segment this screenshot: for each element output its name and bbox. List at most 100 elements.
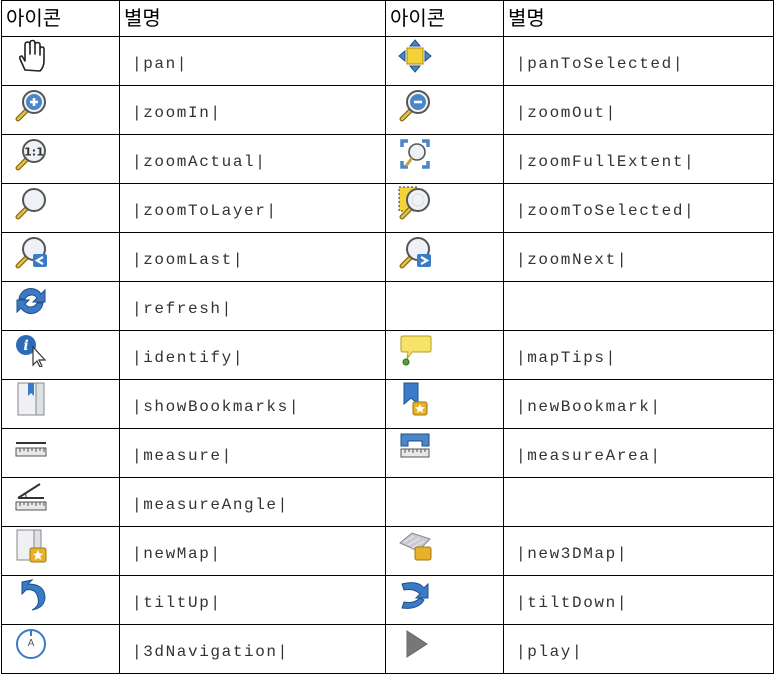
right-alias-cell: |zoomNext|: [503, 232, 774, 282]
right-alias-cell: |zoomOut|: [503, 85, 774, 135]
right-icon-cell: [385, 575, 504, 625]
alias-text: |zoomToLayer|: [132, 202, 278, 220]
left-icon-cell: [1, 232, 120, 282]
right-alias-cell: |zoomFullExtent|: [503, 134, 774, 184]
right-alias-cell: |zoomToSelected|: [503, 183, 774, 233]
left-icon-cell: i: [1, 330, 120, 380]
tilt-down-icon: [398, 578, 432, 612]
alias-text: |identify|: [132, 349, 245, 367]
left-alias-cell: |pan|: [119, 36, 386, 86]
alias-text: |play|: [516, 643, 584, 661]
right-icon-cell: [385, 232, 504, 282]
icon-alias-table: 아이콘 별명 아이콘 별명 |pan| |panToSelected| |zoo…: [1, 0, 774, 674]
left-alias-cell: |3dNavigation|: [119, 624, 386, 674]
left-alias-cell: |showBookmarks|: [119, 379, 386, 429]
left-alias-cell: |zoomIn|: [119, 85, 386, 135]
left-alias-cell: |refresh|: [119, 281, 386, 331]
left-icon-cell: [1, 428, 120, 478]
zoom-in-icon: [14, 88, 48, 122]
alias-text: |measure|: [132, 447, 233, 465]
right-icon-cell: [385, 526, 504, 576]
pan-to-selected-icon: [398, 39, 432, 73]
alias-text: |zoomLast|: [132, 251, 245, 269]
left-icon-cell: A: [1, 624, 120, 674]
alias-text: |new3DMap|: [516, 545, 629, 563]
left-icon-cell: [1, 379, 120, 429]
table-row: |zoomIn| |zoomOut|: [1, 85, 774, 135]
alias-text: |newBookmark|: [516, 398, 662, 416]
left-alias-cell: |newMap|: [119, 526, 386, 576]
alias-text: |pan|: [132, 55, 189, 73]
alias-text: |zoomFullExtent|: [516, 153, 696, 171]
measure-angle-icon: [14, 480, 48, 514]
right-alias-cell: |mapTips|: [503, 330, 774, 380]
alias-text: |refresh|: [132, 300, 233, 318]
table-row: A |3dNavigation| |play|: [1, 624, 774, 674]
3d-navigation-icon: A: [14, 627, 48, 661]
table-row: 1:1 |zoomActual| |zoomFullExtent|: [1, 134, 774, 184]
map-tips-icon: [398, 333, 432, 367]
right-icon-cell: [385, 624, 504, 674]
right-alias-cell: |play|: [503, 624, 774, 674]
zoom-last-icon: [14, 235, 48, 269]
alias-text: |zoomIn|: [132, 104, 222, 122]
alias-text: |showBookmarks|: [132, 398, 301, 416]
right-alias-cell: |panToSelected|: [503, 36, 774, 86]
pan-hand-icon: [14, 39, 48, 73]
zoom-actual-icon: 1:1: [14, 137, 48, 171]
header-icon-1: 아이콘: [1, 0, 120, 37]
right-icon-cell: [385, 134, 504, 184]
left-icon-cell: [1, 575, 120, 625]
left-icon-cell: [1, 183, 120, 233]
header-icon-2: 아이콘: [385, 0, 504, 37]
right-icon-cell: [385, 428, 504, 478]
left-alias-cell: |identify|: [119, 330, 386, 380]
alias-text: |tiltDown|: [516, 594, 629, 612]
left-alias-cell: |tiltUp|: [119, 575, 386, 625]
table-row: |zoomLast| |zoomNext|: [1, 232, 774, 282]
alias-text: |3dNavigation|: [132, 643, 289, 661]
left-alias-cell: |measure|: [119, 428, 386, 478]
zoom-full-extent-icon: [398, 137, 432, 171]
right-icon-cell: [385, 330, 504, 380]
left-icon-cell: [1, 85, 120, 135]
left-icon-cell: [1, 477, 120, 527]
new-map-icon: [14, 529, 48, 563]
alias-text: |zoomNext|: [516, 251, 629, 269]
alias-text: |panToSelected|: [516, 55, 685, 73]
alias-text: |tiltUp|: [132, 594, 222, 612]
measure-icon: [14, 431, 48, 465]
table-row: i |identify| |mapTips|: [1, 330, 774, 380]
table-row: |refresh|: [1, 281, 774, 331]
right-icon-cell: [385, 183, 504, 233]
tilt-up-icon: [14, 578, 48, 612]
svg-text:1:1: 1:1: [24, 146, 44, 159]
refresh-icon: [14, 284, 48, 318]
right-icon-cell: [385, 379, 504, 429]
header-alias-1: 별명: [119, 0, 386, 37]
right-icon-cell: [385, 36, 504, 86]
header-alias-2: 별명: [503, 0, 774, 37]
left-icon-cell: [1, 36, 120, 86]
left-alias-cell: |zoomLast|: [119, 232, 386, 282]
alias-text: |zoomOut|: [516, 104, 617, 122]
zoom-to-layer-icon: [14, 186, 48, 220]
left-alias-cell: |measureAngle|: [119, 477, 386, 527]
right-alias-cell: |new3DMap|: [503, 526, 774, 576]
right-alias-cell: [503, 477, 774, 527]
table-row: |zoomToLayer| |zoomToSelected|: [1, 183, 774, 233]
new-bookmark-icon: [398, 382, 432, 416]
table-row: |measureAngle|: [1, 477, 774, 527]
zoom-out-icon: [398, 88, 432, 122]
left-alias-cell: |zoomToLayer|: [119, 183, 386, 233]
table-row: |tiltUp| |tiltDown|: [1, 575, 774, 625]
left-alias-cell: |zoomActual|: [119, 134, 386, 184]
right-alias-cell: [503, 281, 774, 331]
right-alias-cell: |measureArea|: [503, 428, 774, 478]
play-icon: [398, 627, 432, 661]
left-icon-cell: [1, 526, 120, 576]
table-row: |pan| |panToSelected|: [1, 36, 774, 86]
alias-text: |measureAngle|: [132, 496, 289, 514]
alias-text: |zoomToSelected|: [516, 202, 696, 220]
identify-icon: i: [14, 333, 48, 368]
